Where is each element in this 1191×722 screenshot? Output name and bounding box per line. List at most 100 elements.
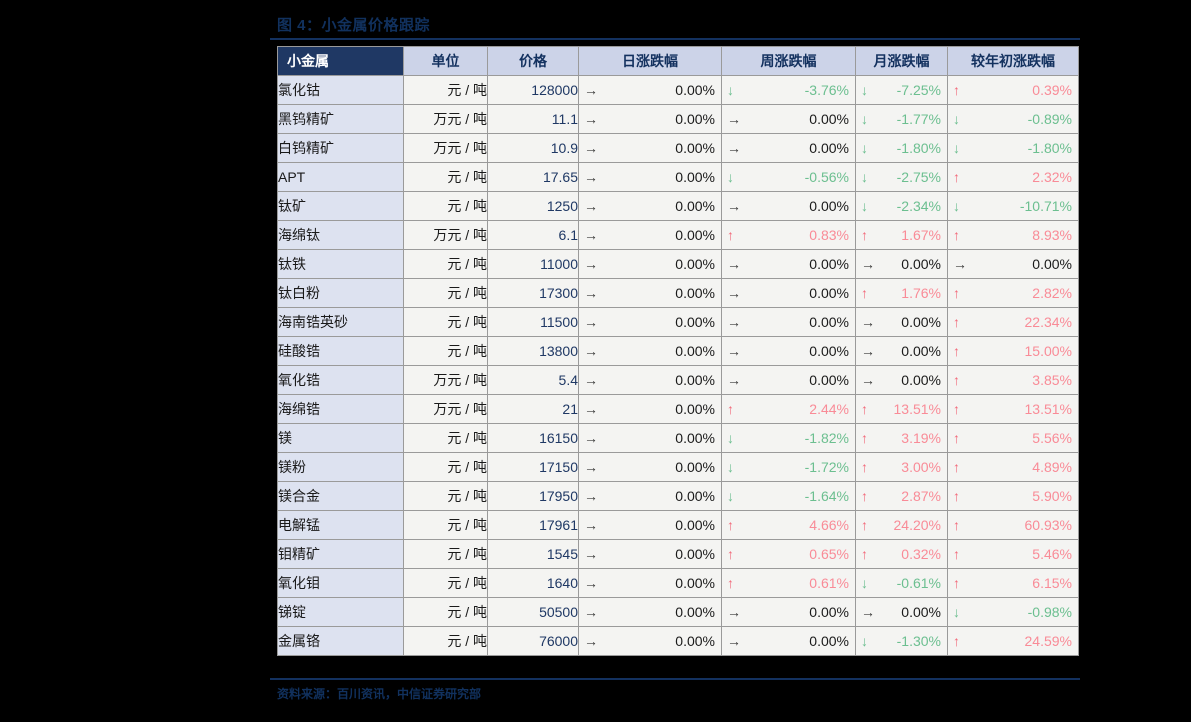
weekly-change-value: 0.00% [809,111,849,127]
daily-change-value: 0.00% [675,140,715,156]
up-arrow-icon: ↑ [727,546,734,562]
ytd-change-value: 5.56% [1032,430,1072,446]
price-cell: 1640 [487,568,579,598]
metal-name-cell: 钛矿 [277,191,404,221]
metal-name-cell: 氧化锆 [277,365,404,395]
monthly-change-cell: ↑ 1.76% [855,278,948,308]
right-arrow-icon: → [727,198,741,214]
up-arrow-icon: ↑ [861,227,868,243]
price-cell: 17961 [487,510,579,540]
monthly-change-value: -7.25% [896,82,941,98]
weekly-change-cell: → 0.00% [721,307,856,337]
weekly-change-cell: ↑ 0.61% [721,568,856,598]
daily-change-value: 0.00% [675,633,715,649]
metal-name-cell: 镁 [277,423,404,453]
weekly-change-value: 0.00% [809,314,849,330]
ytd-change-cell: ↑ 3.85% [947,365,1079,395]
monthly-change-cell: → 0.00% [855,249,948,279]
monthly-change-value: 2.87% [901,488,941,504]
daily-change-value: 0.00% [675,488,715,504]
right-arrow-icon: → [953,256,967,272]
table-row: 钼精矿元 / 吨 1545 → 0.00% ↑ 0.65% ↑ 0.32% ↑ 5.46% [277,539,1079,569]
weekly-change-value: 0.00% [809,633,849,649]
figure-sheet: 图 4：小金属价格跟踪 小金属 单位 价格 日涨跌幅 周涨跌幅 月涨跌幅 较年初… [0,0,1191,722]
up-arrow-icon: ↑ [861,517,868,533]
down-arrow-icon: ↓ [861,633,868,649]
table-row: 氯化钴元 / 吨 128000 → 0.00% ↓ -3.76% ↓ -7.25% ↑ 0.39% [277,75,1079,105]
ytd-change-cell: ↓ -1.80% [947,133,1079,163]
down-arrow-icon: ↓ [727,488,734,504]
price-cell: 10.9 [487,133,579,163]
table-row: 钛矿元 / 吨 1250 → 0.00% → 0.00% ↓ -2.34% ↓ -10.71% [277,191,1079,221]
weekly-change-value: -1.64% [804,488,849,504]
up-arrow-icon: ↑ [953,430,960,446]
unit-cell: 万元 / 吨 [403,133,488,163]
weekly-change-value: 4.66% [809,517,849,533]
ytd-change-cell: ↑ 15.00% [947,336,1079,366]
daily-change-cell: → 0.00% [578,133,722,163]
daily-change-value: 0.00% [675,372,715,388]
unit-cell: 元 / 吨 [403,75,488,105]
monthly-change-cell: → 0.00% [855,307,948,337]
unit-cell: 元 / 吨 [403,568,488,598]
table-row: 硅酸锆元 / 吨 13800 → 0.00% → 0.00% → 0.00% ↑ 15.00% [277,336,1079,366]
daily-change-value: 0.00% [675,604,715,620]
right-arrow-icon: → [861,604,875,620]
right-arrow-icon: → [584,111,598,127]
right-arrow-icon: → [861,314,875,330]
right-arrow-icon: → [861,343,875,359]
up-arrow-icon: ↑ [953,314,960,330]
price-cell: 6.1 [487,220,579,250]
weekly-change-cell: → 0.00% [721,104,856,134]
up-arrow-icon: ↑ [953,575,960,591]
daily-change-value: 0.00% [675,517,715,533]
table-row: 海南锆英砂元 / 吨 11500 → 0.00% → 0.00% → 0.00% ↑ 22.34% [277,307,1079,337]
daily-change-value: 0.00% [675,459,715,475]
ytd-change-cell: ↑ 5.90% [947,481,1079,511]
daily-change-value: 0.00% [675,285,715,301]
up-arrow-icon: ↑ [727,227,734,243]
weekly-change-cell: ↓ -3.76% [721,75,856,105]
source-note: 资料来源：百川资讯，中信证券研究部 [277,687,482,701]
daily-change-cell: → 0.00% [578,481,722,511]
column-header-daily-change: 日涨跌幅 [578,46,722,76]
price-cell: 11500 [487,307,579,337]
up-arrow-icon: ↑ [953,546,960,562]
right-arrow-icon: → [584,82,598,98]
weekly-change-cell: ↓ -0.56% [721,162,856,192]
right-arrow-icon: → [584,169,598,185]
ytd-change-value: -1.80% [1027,140,1072,156]
ytd-change-value: 8.93% [1032,227,1072,243]
right-arrow-icon: → [727,140,741,156]
monthly-change-value: -0.61% [896,575,941,591]
ytd-change-cell: → 0.00% [947,249,1079,279]
monthly-change-value: 0.00% [901,372,941,388]
metal-name-cell: 白钨精矿 [277,133,404,163]
right-arrow-icon: → [727,314,741,330]
daily-change-cell: → 0.00% [578,452,722,482]
ytd-change-value: 4.89% [1032,459,1072,475]
metal-name-cell: 电解锰 [277,510,404,540]
table-header-row: 小金属 单位 价格 日涨跌幅 周涨跌幅 月涨跌幅 较年初涨跌幅 [277,46,1079,76]
right-arrow-icon: → [584,604,598,620]
monthly-change-value: 1.67% [901,227,941,243]
unit-cell: 元 / 吨 [403,539,488,569]
unit-cell: 元 / 吨 [403,249,488,279]
price-cell: 17.65 [487,162,579,192]
up-arrow-icon: ↑ [861,459,868,475]
right-arrow-icon: → [861,256,875,272]
small-metals-price-table: 小金属 单位 价格 日涨跌幅 周涨跌幅 月涨跌幅 较年初涨跌幅 氯化钴元 / 吨… [277,46,1079,656]
up-arrow-icon: ↑ [953,343,960,359]
ytd-change-cell: ↓ -0.89% [947,104,1079,134]
right-arrow-icon: → [584,401,598,417]
up-arrow-icon: ↑ [861,488,868,504]
daily-change-cell: → 0.00% [578,307,722,337]
weekly-change-value: 0.00% [809,372,849,388]
up-arrow-icon: ↑ [727,517,734,533]
daily-change-cell: → 0.00% [578,191,722,221]
daily-change-cell: → 0.00% [578,365,722,395]
price-cell: 76000 [487,626,579,656]
up-arrow-icon: ↑ [953,459,960,475]
right-arrow-icon: → [584,198,598,214]
metal-name-cell: 金属铬 [277,626,404,656]
